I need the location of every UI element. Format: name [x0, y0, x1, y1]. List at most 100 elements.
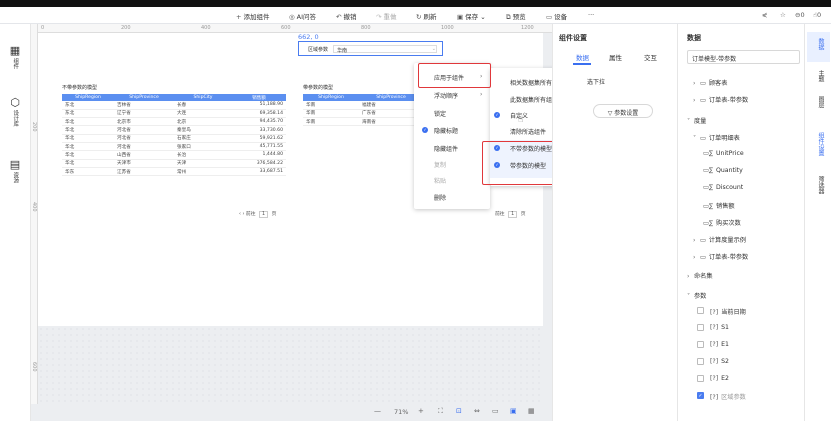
tree-item-measure[interactable]: ▭∑ 购买次数: [703, 218, 741, 227]
param-checkbox[interactable]: [697, 341, 704, 348]
param-item[interactable]: [?] 当前日期: [710, 307, 746, 316]
param-item[interactable]: [?] S2: [710, 358, 729, 365]
prev-page-icon[interactable]: ‹: [239, 212, 241, 217]
grid-layout-icon[interactable]: ▣: [510, 407, 517, 415]
grid-icon[interactable]: ▦: [528, 407, 535, 415]
more-button[interactable]: ···: [588, 11, 594, 19]
like-icon[interactable]: ☝0: [813, 11, 821, 19]
param-icon: [?]: [710, 341, 719, 348]
menu-item-paste[interactable]: 粘贴: [434, 176, 446, 185]
tab-interaction[interactable]: 交互: [644, 52, 657, 62]
tree-item-measure[interactable]: ▭∑ Discount: [703, 184, 743, 191]
menu-item-hide-component[interactable]: 隐藏组件: [434, 144, 458, 153]
submenu-item-related-dataset[interactable]: 相关数据集所有...: [510, 78, 558, 87]
redo-button[interactable]: ↷ 重做: [376, 11, 396, 21]
column-header[interactable]: ShipRegion: [303, 94, 359, 101]
cell: 华北: [62, 159, 114, 168]
undo-button[interactable]: ↶ 撤销: [336, 11, 356, 21]
zoom-level[interactable]: 71%: [394, 408, 408, 416]
align-icon[interactable]: ⇔: [474, 407, 480, 415]
tree-item-measure[interactable]: ▭∑ 销售额: [703, 201, 735, 210]
comment-icon[interactable]: ⊖0: [795, 11, 805, 19]
submenu-item-this-dataset[interactable]: 此数据集所有组件: [510, 95, 558, 104]
coordinate-readout: 662, 0: [298, 33, 319, 41]
highlight-box: [418, 63, 491, 88]
refresh-button[interactable]: ↻ 刷新: [416, 11, 436, 21]
device-button[interactable]: ▭ 设备: [546, 11, 567, 21]
param-checkbox[interactable]: [697, 358, 704, 365]
tree-item-folder[interactable]: › ▭ 计算度量示例: [693, 235, 746, 244]
tree-section-measures[interactable]: ˅ 度量: [687, 116, 706, 125]
table-pager[interactable]: 前往 1 页: [495, 210, 526, 218]
left-nav-component[interactable]: ▦ 组件: [5, 44, 25, 71]
column-header[interactable]: ShipProvince: [114, 94, 174, 101]
rail-tab-theme[interactable]: 主题: [814, 70, 824, 82]
page-number-input[interactable]: 1: [259, 211, 269, 218]
table-with-param[interactable]: 带参数的模型 ShipRegion ShipProvince 华南 福建省 华南广…: [303, 84, 423, 127]
menu-item-copy[interactable]: 复制: [434, 160, 446, 169]
param-item[interactable]: [?] E2: [710, 375, 729, 382]
fit-width-icon[interactable]: ⊡: [456, 407, 462, 415]
cell: 376,584.22: [232, 159, 286, 168]
menu-item-delete[interactable]: 删除: [434, 193, 446, 202]
column-header[interactable]: 销售额: [232, 94, 286, 101]
column-header[interactable]: ShipRegion: [62, 94, 114, 101]
zoom-in-icon[interactable]: +: [418, 407, 424, 415]
tree-item-folder[interactable]: ˅ ▭ 订单明细表: [693, 133, 740, 142]
left-nav-resource[interactable]: ▤ 资源: [5, 158, 25, 185]
dropdown-select[interactable]: 选下拉: [587, 77, 605, 86]
submenu-item-clear[interactable]: 清除所选组件: [510, 127, 546, 136]
table-row: 华南 海南省: [303, 117, 423, 127]
tree-item-folder[interactable]: › ▭ 订单表-带参数: [693, 95, 748, 104]
column-header[interactable]: ShipCity: [174, 94, 232, 101]
rail-tab-component-settings[interactable]: 组件设置: [814, 132, 824, 156]
rail-tab-layers[interactable]: 图层: [814, 96, 824, 108]
tab-data[interactable]: 数据: [576, 52, 589, 62]
chevron-down-icon: ˅: [687, 293, 691, 300]
chevron-down-icon: ˅: [687, 118, 691, 125]
menu-item-float-order[interactable]: 浮动顺序: [434, 91, 458, 100]
table-pager[interactable]: ‹ › 前往 1 页: [239, 210, 276, 218]
table-no-param[interactable]: 不带参数的模型 ShipRegion ShipProvince ShipCity…: [62, 84, 286, 177]
preview-button[interactable]: ⧉ 预览: [506, 11, 526, 22]
param-checkbox[interactable]: [697, 375, 704, 382]
table-row: 华南 广东省: [303, 109, 423, 119]
tree-item-folder[interactable]: › ▭ 订单表-带参数: [693, 252, 748, 261]
next-page-icon[interactable]: ›: [242, 212, 244, 217]
param-item[interactable]: [?] 区域参数: [710, 392, 746, 401]
param-checkbox[interactable]: [697, 307, 704, 314]
menu-item-hide-title[interactable]: 隐藏标题: [434, 126, 458, 135]
left-nav-design-library[interactable]: ⬡ 设计库: [5, 96, 25, 129]
plus-icon: +: [236, 13, 242, 21]
param-item[interactable]: [?] E1: [710, 341, 729, 348]
star-icon[interactable]: ☆: [780, 11, 786, 19]
param-filter-component[interactable]: 区域参数 华南 ⌄: [298, 41, 443, 56]
right-rail: 数据 主题 图层 组件设置 筛选器: [804, 24, 831, 421]
rail-tab-filters[interactable]: 筛选器: [814, 176, 824, 194]
page-number-input[interactable]: 1: [508, 211, 518, 218]
tree-item-measure[interactable]: ▭∑ UnitPrice: [703, 150, 744, 157]
param-select[interactable]: 华南: [333, 45, 437, 54]
ai-ask-button[interactable]: ◎ AI问答: [289, 11, 316, 21]
cell: 山西省: [114, 150, 174, 160]
fit-page-icon[interactable]: ⛶: [438, 407, 443, 416]
share-icon[interactable]: ⋞: [762, 11, 767, 19]
param-settings-button[interactable]: ▽ 参数设置: [593, 104, 653, 118]
cell: 华北: [62, 134, 114, 144]
menu-item-lock[interactable]: 锁定: [434, 109, 446, 118]
tree-section-named-sets[interactable]: › 命名集: [687, 271, 713, 280]
folder-icon: ▭: [700, 254, 706, 261]
zoom-out-icon[interactable]: —: [374, 407, 381, 415]
param-checkbox[interactable]: [697, 324, 704, 331]
tree-item-measure[interactable]: ▭∑ Quantity: [703, 167, 743, 174]
param-checkbox-checked[interactable]: ✓: [697, 392, 704, 399]
tab-properties[interactable]: 属性: [609, 52, 622, 62]
param-item[interactable]: [?] S1: [710, 324, 729, 331]
tree-item-folder[interactable]: › ▭ 顾客表: [693, 78, 727, 87]
rail-tab-data[interactable]: 数据: [814, 38, 824, 50]
model-select[interactable]: 订单模型-带参数: [687, 50, 800, 64]
save-button[interactable]: ▣ 保存 ⌄: [457, 11, 486, 21]
layout-icon[interactable]: ▭: [492, 407, 499, 415]
tree-section-params[interactable]: ˅ 参数: [687, 291, 706, 300]
add-component-button[interactable]: + 添加组件: [236, 11, 269, 21]
